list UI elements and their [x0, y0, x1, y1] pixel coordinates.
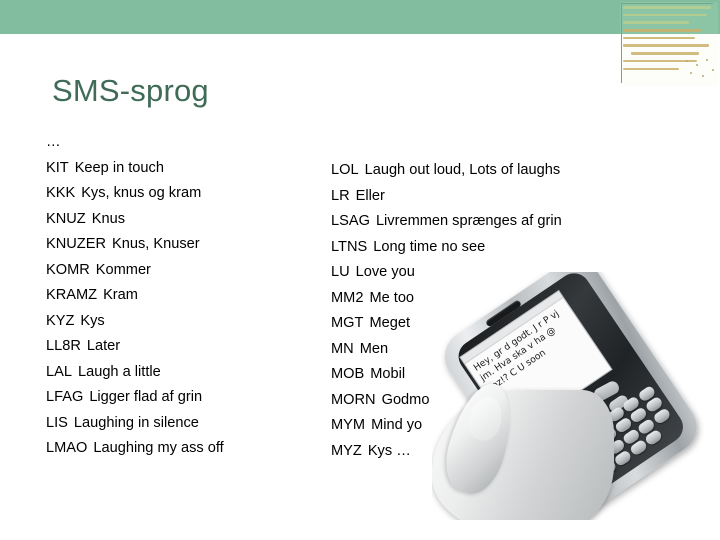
abbreviation-meaning: Men [359, 340, 389, 357]
abbreviation: LU [331, 264, 350, 280]
list-item: KNUZ Knus [46, 207, 321, 233]
abbreviation: MGT [331, 315, 364, 331]
abbreviation-meaning: Knus, Knuser [112, 236, 200, 252]
list-item: KRAMZ Kram [46, 283, 321, 309]
dictionary-text-line [623, 6, 711, 9]
abbreviation: MM2 [331, 289, 364, 306]
list-item: KYZ Kys [46, 309, 321, 335]
abbreviation: MYZ [331, 442, 362, 459]
list-item: LAL Laugh a little [46, 360, 321, 386]
dictionary-page-image [620, 2, 718, 86]
list-item: LSAG Livremmen sprænges af grin [331, 209, 621, 235]
list-item: LFAG Ligger flad af grin [46, 385, 321, 411]
abbreviation-meaning: Mind yo [371, 417, 423, 433]
abbreviation: LFAG [46, 389, 84, 405]
abbreviation: LL8R [46, 338, 81, 354]
abbreviation: LAL [46, 363, 72, 380]
abbreviation: LR [331, 187, 350, 204]
dictionary-text-line [623, 36, 695, 40]
list-item: LTNS Long time no see [331, 235, 621, 261]
abbreviation-meaning: Laughing my ass off [93, 440, 224, 456]
abbreviation-meaning: Kys … [367, 442, 411, 459]
abbreviation: KYZ [46, 312, 75, 329]
abbreviation-meaning: Kram [103, 287, 138, 303]
dictionary-text-line [623, 13, 707, 17]
abbreviation: KIT [46, 159, 69, 176]
mobile-phone-photo: Hey, gr d godt. J r P vj jm. Hva ska v h… [432, 272, 720, 520]
abbreviation: MORN [331, 391, 376, 408]
abbreviation: KKK [46, 185, 76, 201]
dictionary-text-line [623, 29, 701, 32]
dictionary-text-line [623, 44, 709, 48]
abbreviation: KRAMZ [46, 287, 98, 303]
header-green-band [0, 0, 720, 34]
abbreviation-meaning: Love you [355, 264, 415, 280]
abbreviation-meaning: Kommer [95, 261, 151, 278]
abbreviation: KOMR [46, 261, 90, 278]
abbreviation: MN [331, 340, 354, 357]
abbreviation: MYM [331, 417, 366, 433]
abbreviation-meaning: Laughing in silence [73, 414, 199, 431]
page-title: SMS-sprog [52, 73, 209, 108]
abbreviation-meaning: Long time no see [373, 238, 486, 255]
abbreviation-meaning: Laugh out loud, Lots of laughs [364, 162, 561, 178]
abbreviation: LTNS [331, 238, 368, 255]
list-item: KOMR Kommer [46, 258, 321, 284]
list-lead-ellipsis: … [46, 134, 61, 150]
list-item: LR Eller [331, 184, 621, 210]
slide: SMS-sprog … KIT Keep in touch KKK Kys, knu… [0, 0, 720, 540]
abbreviation: KNUZER [46, 236, 106, 252]
abbreviation-meaning: Godmo [381, 391, 430, 408]
abbreviation: LSAG [331, 213, 370, 229]
abbreviation-meaning: Kys, knus og kram [81, 185, 202, 201]
abbreviation-meaning: Eller [355, 187, 385, 204]
list-item: KKK Kys, knus og kram [46, 181, 321, 207]
abbreviation: KNUZ [46, 210, 86, 227]
list-item: LL8R Later [46, 334, 321, 360]
abbreviation-meaning: Knus [91, 210, 125, 227]
abbreviation-meaning: Me too [369, 289, 415, 306]
list-item: LMAO Laughing my ass off [46, 436, 321, 462]
list-item: KNUZER Knus, Knuser [46, 232, 321, 258]
dictionary-image-speckles [682, 58, 716, 80]
abbreviation: LMAO [46, 440, 88, 456]
abbreviation-meaning: Later [86, 338, 121, 354]
abbreviation-meaning: Keep in touch [74, 159, 164, 176]
abbreviation: MOB [331, 366, 365, 382]
abbreviation-meaning: Ligger flad af grin [89, 389, 203, 405]
abbreviation-list-left: … KIT Keep in touch KKK Kys, knus og kram … [46, 130, 321, 462]
dictionary-text-line [623, 21, 689, 24]
dictionary-text-line [631, 52, 699, 55]
abbreviation-meaning: Kys [80, 312, 105, 329]
list-item: LOL Laugh out loud, Lots of laughs [331, 158, 621, 184]
abbreviation-meaning: Meget [369, 315, 410, 331]
abbreviation-meaning: Laugh a little [77, 363, 161, 380]
dictionary-text-line [623, 67, 679, 71]
list-item: KIT Keep in touch [46, 156, 321, 182]
abbreviation: LIS [46, 414, 68, 431]
abbreviation-meaning: Mobil [370, 366, 406, 382]
thumbnail [464, 393, 507, 445]
abbreviation-meaning: Livremmen sprænges af grin [375, 213, 562, 229]
abbreviation: LOL [331, 162, 359, 178]
list-item: LIS Laughing in silence [46, 411, 321, 437]
